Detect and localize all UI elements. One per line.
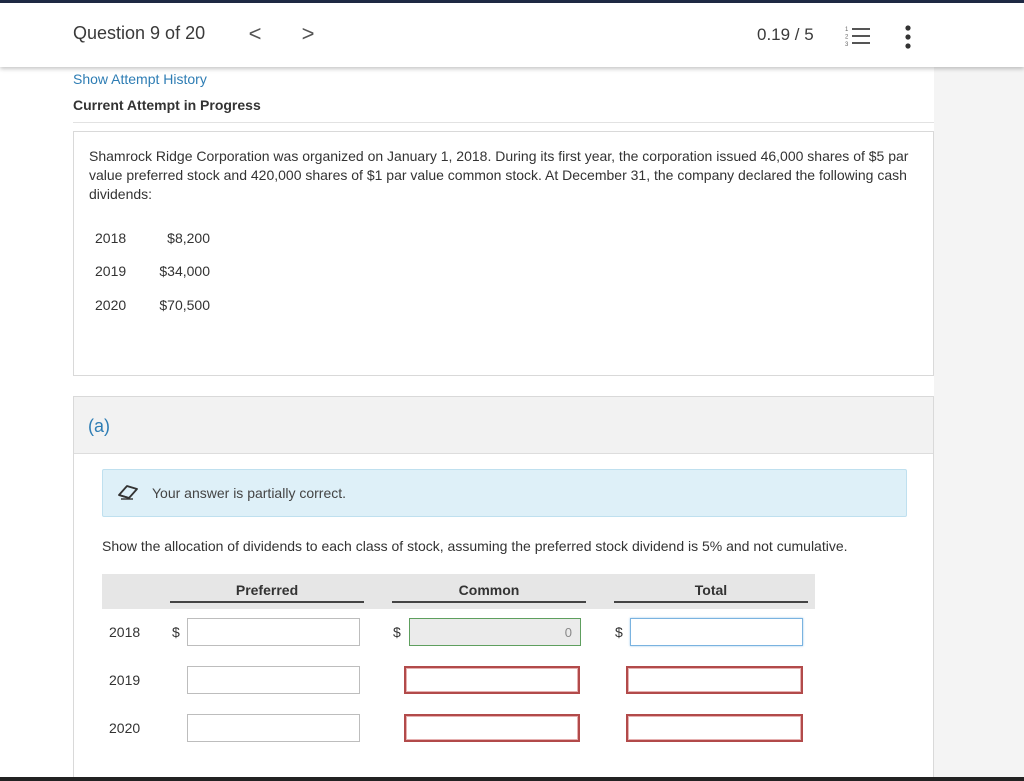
common-2020-input[interactable]	[404, 714, 580, 742]
question-counter: Question 9 of 20	[73, 23, 206, 43]
column-header-common: Common	[458, 582, 520, 598]
dividend-year: 2018	[95, 230, 127, 246]
feedback-text: Your answer is partially correct.	[152, 485, 347, 501]
table-header: Preferred Common Total	[102, 574, 815, 609]
currency-symbol: $	[393, 624, 401, 640]
column-rule	[392, 601, 586, 603]
score-display: 0.19 / 5	[757, 25, 814, 44]
column-rule	[614, 601, 808, 603]
column-header-preferred: Preferred	[235, 582, 299, 598]
total-2019-input[interactable]	[626, 666, 803, 694]
preferred-2020-input[interactable]	[187, 714, 360, 742]
svg-text:2: 2	[845, 35, 849, 41]
current-attempt-label: Current Attempt in Progress	[73, 97, 261, 113]
column-rule	[170, 601, 364, 603]
common-2019-input[interactable]	[404, 666, 580, 694]
row-year-2020: 2020	[109, 720, 141, 736]
show-attempt-history-link[interactable]: Show Attempt History	[73, 71, 207, 87]
bottom-edge	[0, 777, 1024, 781]
vertical-ellipsis-icon[interactable]	[900, 23, 916, 51]
problem-statement: Shamrock Ridge Corporation was organized…	[73, 131, 934, 376]
currency-symbol: $	[615, 624, 623, 640]
numbered-list-icon[interactable]: 1 2 3	[845, 25, 871, 47]
divider	[73, 122, 934, 123]
right-margin	[934, 67, 1024, 777]
eraser-icon	[118, 485, 138, 500]
row-year-2018: 2018	[109, 624, 141, 640]
dividend-amount: $70,500	[159, 297, 210, 313]
question-header: Question 9 of 20 < > 0.19 / 5 1 2 3	[0, 3, 1024, 67]
problem-text: Shamrock Ridge Corporation was organized…	[89, 148, 909, 202]
column-header-total: Total	[694, 582, 728, 598]
row-year-2019: 2019	[109, 672, 141, 688]
common-2018-input[interactable]	[409, 618, 581, 646]
dividend-amount: $34,000	[159, 263, 210, 279]
preferred-2019-input[interactable]	[187, 666, 360, 694]
next-question-button[interactable]: >	[296, 21, 320, 47]
previous-question-button[interactable]: <	[243, 21, 267, 47]
dividend-amount: $8,200	[167, 230, 210, 246]
total-2020-input[interactable]	[626, 714, 803, 742]
svg-text:3: 3	[845, 42, 849, 47]
part-a-panel: (a) Your answer is partially correct. Sh…	[73, 396, 934, 777]
total-2018-input[interactable]	[630, 618, 803, 646]
feedback-banner: Your answer is partially correct.	[102, 469, 907, 517]
preferred-2018-input[interactable]	[187, 618, 360, 646]
part-a-label: (a)	[88, 416, 110, 436]
dividend-year: 2019	[95, 263, 127, 279]
part-a-header: (a)	[74, 397, 933, 454]
dividend-year: 2020	[95, 297, 127, 313]
instruction-text: Show the allocation of dividends to each…	[102, 538, 848, 554]
currency-symbol: $	[172, 624, 180, 640]
svg-text:1: 1	[845, 27, 849, 33]
